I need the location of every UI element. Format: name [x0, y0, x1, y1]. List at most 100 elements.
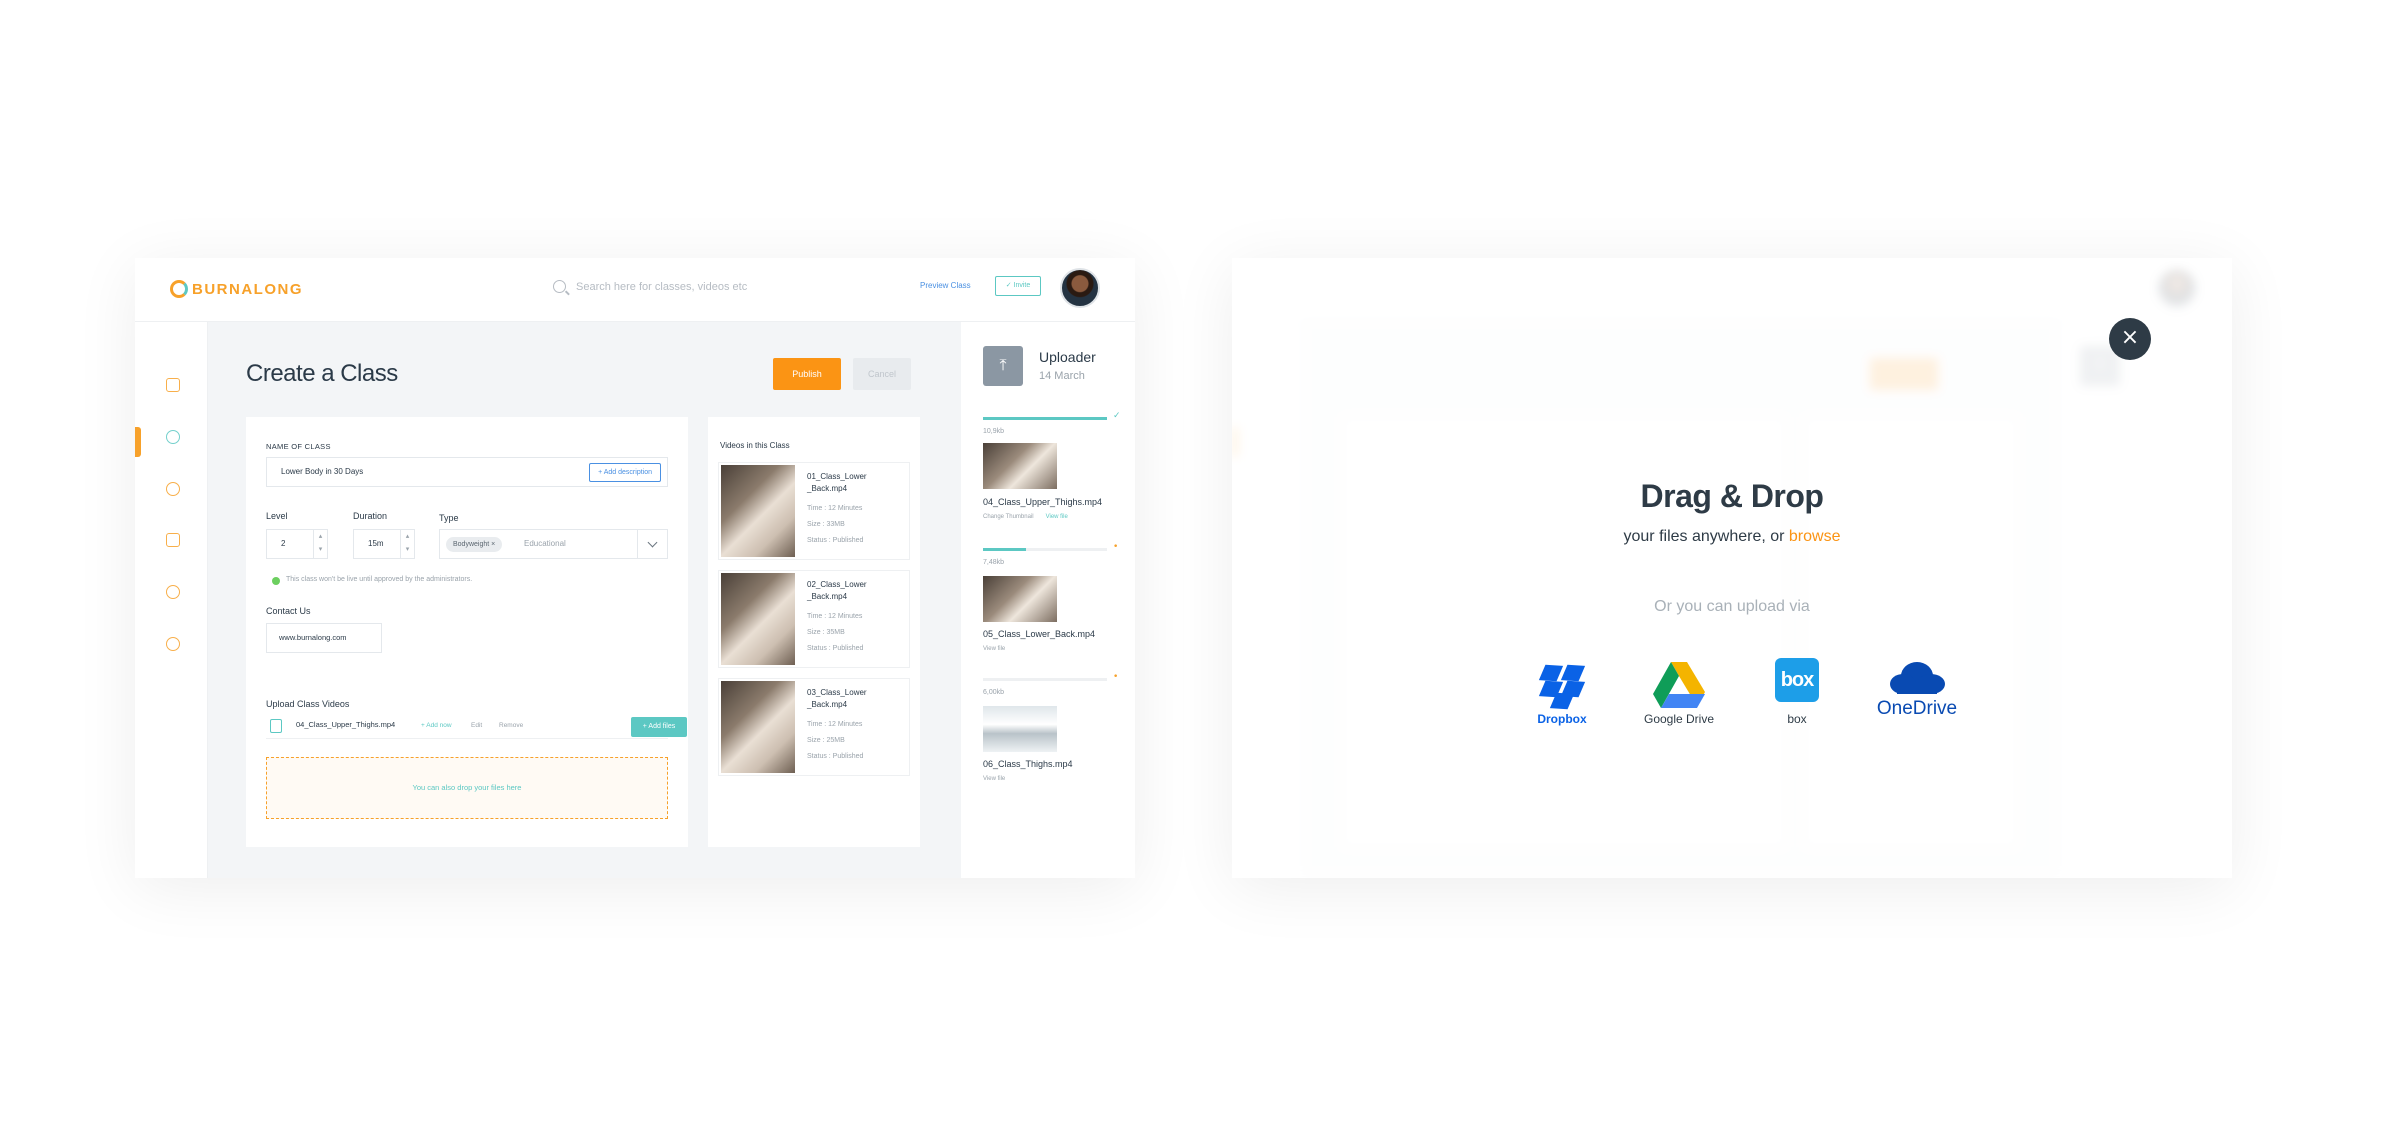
- modal-title: Drag & Drop: [1640, 478, 1824, 514]
- class-name-field[interactable]: Lower Body in 30 Days + Add description: [266, 457, 668, 487]
- logo-text: BURNALONG: [192, 280, 303, 298]
- modal-overlay[interactable]: [1232, 258, 2232, 878]
- classes-icon[interactable]: [166, 378, 180, 392]
- add-now-link[interactable]: + Add now: [421, 722, 452, 729]
- upload-cloud-icon: [983, 346, 1023, 386]
- video-size: Size : 35MB: [807, 629, 845, 636]
- duration-label: Duration: [353, 511, 388, 521]
- level-stepper[interactable]: 2 ▴ ▾: [266, 529, 328, 559]
- video-item[interactable]: 02_Class_Lower _Back.mp4 Time : 12 Minut…: [718, 570, 910, 668]
- box-icon: box: [1775, 658, 1819, 702]
- file-dropzone[interactable]: You can also drop your files here: [266, 757, 668, 819]
- remove-link[interactable]: Remove: [499, 722, 523, 729]
- drag-drop-screen: × Drag & Drop your files anywhere, or br…: [1232, 258, 2232, 878]
- user-icon[interactable]: [166, 482, 180, 496]
- type-select[interactable]: Bodyweight × Educational: [439, 529, 668, 559]
- video-time: Time : 12 Minutes: [807, 505, 863, 512]
- uploader-date: 14 March: [1039, 370, 1085, 382]
- page-title: Create a Class: [246, 360, 398, 387]
- upload-file-size: 6,00kb: [983, 689, 1005, 696]
- upload-file-name: 06_Class_Thighs.mp4: [983, 759, 1073, 769]
- change-thumbnail-link[interactable]: Change Thumbnail: [983, 514, 1034, 520]
- videos-title: Videos in this Class: [720, 441, 790, 450]
- video-size: Size : 25MB: [807, 737, 845, 744]
- dropbox-icon: [1538, 660, 1586, 710]
- cancel-button[interactable]: Cancel: [853, 358, 911, 390]
- browse-link[interactable]: browse: [1789, 528, 1841, 545]
- instructor-icon[interactable]: [166, 430, 180, 444]
- approval-note: This class won't be live until approved …: [286, 576, 473, 583]
- modal-subtitle: your files anywhere, or browse: [1232, 528, 2232, 546]
- modal-subtitle-text: your files anywhere, or: [1623, 528, 1789, 545]
- level-label: Level: [266, 511, 288, 521]
- video-thumbnail: [721, 681, 795, 773]
- type-label: Type: [439, 513, 459, 523]
- upload-file-size: 10,9kb: [983, 428, 1005, 435]
- contact-field[interactable]: www.burnalong.com: [266, 623, 382, 653]
- video-item[interactable]: 01_Class_Lower _Back.mp4 Time : 12 Minut…: [718, 462, 910, 560]
- approval-status-icon: [272, 577, 280, 585]
- video-status: Status : Published: [807, 645, 864, 652]
- support-icon[interactable]: [166, 585, 180, 599]
- document-icon[interactable]: [166, 533, 180, 547]
- video-name: 03_Class_Lower _Back.mp4: [807, 688, 867, 709]
- onedrive-icon: [1890, 662, 1945, 694]
- upload-progress-bar: [983, 678, 1107, 681]
- view-file-link[interactable]: View file: [983, 646, 1005, 652]
- video-status: Status : Published: [807, 537, 864, 544]
- video-status: Status : Published: [807, 753, 864, 760]
- box-label: box: [1787, 712, 1807, 726]
- video-time: Time : 12 Minutes: [807, 613, 863, 620]
- view-file-link[interactable]: View file: [1046, 514, 1068, 520]
- search-input[interactable]: Search here for classes, videos etc: [576, 281, 747, 293]
- video-time: Time : 12 Minutes: [807, 721, 863, 728]
- add-description-button[interactable]: + Add description: [589, 463, 661, 482]
- search-bar[interactable]: Search here for classes, videos etc: [553, 280, 747, 293]
- logo-icon: [170, 280, 188, 298]
- level-stepper-arrows[interactable]: ▴ ▾: [313, 530, 327, 558]
- logo[interactable]: BURNALONG: [170, 280, 303, 298]
- edit-link[interactable]: Edit: [471, 722, 482, 729]
- sidebar-active-marker: [135, 427, 141, 457]
- upload-pending-icon: •: [1113, 542, 1119, 552]
- add-files-button[interactable]: + Add files: [631, 717, 687, 737]
- video-thumbnail: [721, 465, 795, 557]
- upload-progress-fill: [983, 548, 1027, 551]
- settings-icon[interactable]: [166, 637, 180, 651]
- duration-value: 15m: [368, 539, 384, 548]
- close-icon[interactable]: ×: [2109, 318, 2151, 360]
- dropzone-text: You can also drop your files here: [412, 783, 522, 792]
- class-name-label: NAME OF CLASS: [266, 442, 331, 451]
- upload-file-size: 7,48kb: [983, 559, 1005, 566]
- uploader-panel: Uploader 14 March ✓ 10,9kb 04_Class_Uppe…: [961, 322, 1135, 878]
- preview-class-link[interactable]: Preview Class: [920, 281, 971, 290]
- publish-button[interactable]: Publish: [773, 358, 841, 390]
- sidebar: [135, 322, 208, 878]
- upload-pending-icon: •: [1113, 672, 1119, 682]
- contact-value: www.burnalong.com: [279, 633, 347, 642]
- file-icon: [270, 719, 282, 733]
- video-name: 01_Class_Lower _Back.mp4: [807, 472, 867, 493]
- duration-stepper-arrows[interactable]: ▴ ▾: [400, 530, 414, 558]
- google-drive-label: Google Drive: [1643, 712, 1715, 726]
- avatar[interactable]: [1060, 268, 1100, 308]
- view-file-link[interactable]: View file: [983, 776, 1005, 782]
- video-size: Size : 33MB: [807, 521, 845, 528]
- type-tag-bodyweight[interactable]: Bodyweight ×: [446, 537, 503, 552]
- upload-videos-label: Upload Class Videos: [266, 699, 350, 709]
- video-item[interactable]: 03_Class_Lower _Back.mp4 Time : 12 Minut…: [718, 678, 910, 776]
- search-icon: [553, 280, 566, 293]
- duration-stepper[interactable]: 15m ▴ ▾: [353, 529, 415, 559]
- upload-thumbnail: [983, 443, 1057, 489]
- level-value: 2: [281, 539, 286, 548]
- upload-file-row: 04_Class_Upper_Thighs.mp4 + Add now Edit…: [266, 717, 687, 739]
- onedrive-label: OneDrive: [1876, 698, 1958, 719]
- upload-progress-fill: [983, 417, 1107, 420]
- upload-file-name: 04_Class_Upper_Thighs.mp4: [983, 497, 1103, 507]
- video-thumbnail: [721, 573, 795, 665]
- create-class-screen: BURNALONG Search here for classes, video…: [135, 258, 1135, 878]
- chevron-down-icon[interactable]: [637, 530, 667, 558]
- upload-complete-icon: ✓: [1113, 411, 1121, 421]
- videos-card: Videos in this Class 01_Class_Lower _Bac…: [708, 417, 920, 847]
- invite-button[interactable]: ✓ Invite: [995, 276, 1041, 296]
